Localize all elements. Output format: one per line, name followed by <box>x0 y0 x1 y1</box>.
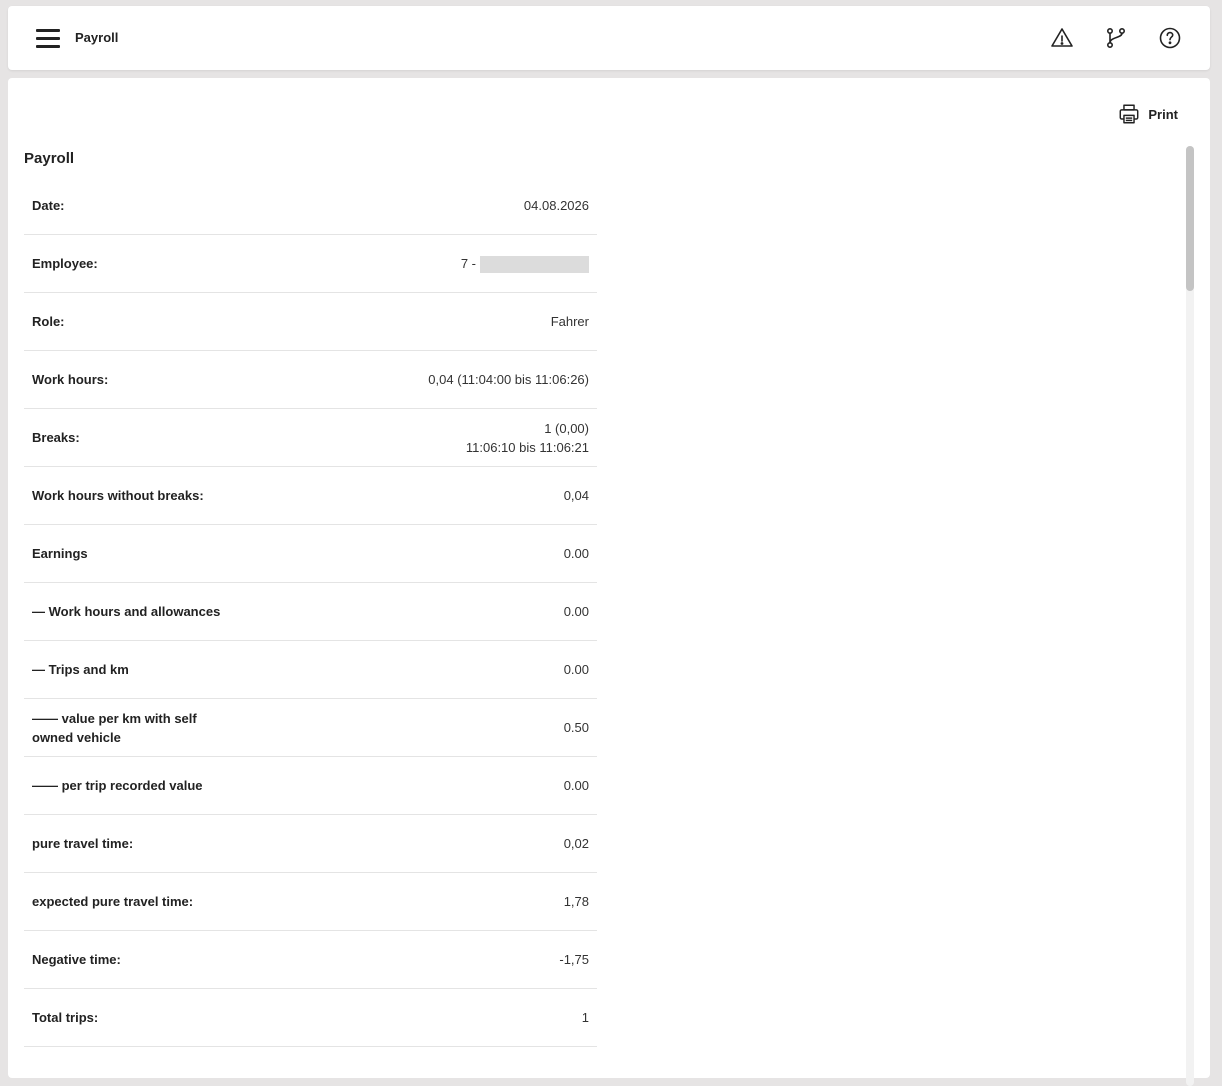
row-label: — Trips and km <box>32 662 129 677</box>
row-earnings: Earnings 0.00 <box>24 525 597 583</box>
row-breaks: Breaks: 1 (0,00) 11:06:10 bis 11:06:21 <box>24 409 597 467</box>
help-icon[interactable] <box>1156 24 1184 52</box>
row-value: 1,78 <box>563 894 589 909</box>
breaks-interval: 11:06:10 bis 11:06:21 <box>465 439 589 455</box>
app-title: Payroll <box>75 30 119 45</box>
row-value-per-km: —— value per km with self owned vehicle … <box>24 699 597 757</box>
row-expected-pure-travel-time: expected pure travel time: 1,78 <box>24 873 597 931</box>
row-label: pure travel time: <box>32 836 134 851</box>
row-label: — Work hours and allowances <box>32 604 221 619</box>
row-value: Fahrer <box>550 314 589 329</box>
row-value: 1 (0,00) 11:06:10 bis 11:06:21 <box>466 419 589 457</box>
breaks-summary: 1 (0,00) <box>544 420 589 436</box>
row-date: Date: 04.08.2026 <box>24 177 597 235</box>
row-value: 0,04 (11:04:00 bis 11:06:26) <box>428 372 589 387</box>
row-value: 0.00 <box>563 778 589 793</box>
row-value: 04.08.2026 <box>523 198 589 213</box>
row-label: Earnings <box>32 546 88 561</box>
row-label: —— value per km with self owned vehicle <box>32 710 197 745</box>
vertical-scrollbar[interactable] <box>1186 146 1194 1086</box>
row-label: expected pure travel time: <box>32 894 194 909</box>
row-value: 7 - <box>460 254 589 274</box>
scrollbar-thumb[interactable] <box>1186 146 1194 291</box>
payroll-details-list: Date: 04.08.2026 Employee: 7 - Role: Fah… <box>24 177 597 1047</box>
row-value: 0.00 <box>563 546 589 561</box>
row-work-hours: Work hours: 0,04 (11:04:00 bis 11:06:26) <box>24 351 597 409</box>
row-value: 0,02 <box>563 836 589 851</box>
redacted-employee-name <box>480 256 589 274</box>
main-panel: Print Payroll Date: 04.08.2026 Employee:… <box>8 78 1210 1086</box>
hamburger-menu-icon[interactable] <box>36 24 66 52</box>
employee-number: 7 - <box>460 255 476 271</box>
row-label: Negative time: <box>32 952 121 967</box>
row-value: 0.00 <box>563 604 589 619</box>
row-label: Breaks: <box>32 430 80 445</box>
row-pure-travel-time: pure travel time: 0,02 <box>24 815 597 873</box>
row-employee: Employee: 7 - <box>24 235 597 293</box>
branch-icon[interactable] <box>1102 24 1130 52</box>
print-button[interactable]: Print <box>1118 103 1178 125</box>
row-label: Employee: <box>32 256 98 271</box>
section-title: Payroll <box>24 150 75 167</box>
row-trips-and-km: — Trips and km 0.00 <box>24 641 597 699</box>
row-total-trips: Total trips: 1 <box>24 989 597 1047</box>
row-value: 0,04 <box>563 488 589 503</box>
row-value: 0.50 <box>563 720 589 735</box>
warning-icon[interactable] <box>1048 24 1076 52</box>
row-role: Role: Fahrer <box>24 293 597 351</box>
row-work-hours-without-breaks: Work hours without breaks: 0,04 <box>24 467 597 525</box>
row-per-trip-value: —— per trip recorded value 0.00 <box>24 757 597 815</box>
row-label: Total trips: <box>32 1010 99 1025</box>
row-value: -1,75 <box>559 952 589 967</box>
row-negative-time: Negative time: -1,75 <box>24 931 597 989</box>
row-label: —— per trip recorded value <box>32 778 203 793</box>
row-label: Work hours: <box>32 372 109 387</box>
row-work-hours-and-allowances: — Work hours and allowances 0.00 <box>24 583 597 641</box>
row-label: Role: <box>32 314 65 329</box>
print-button-label: Print <box>1148 106 1178 122</box>
row-value: 0.00 <box>563 662 589 677</box>
printer-icon <box>1119 104 1139 124</box>
row-label: Work hours without breaks: <box>32 488 204 503</box>
top-bar: Payroll <box>8 6 1210 70</box>
row-label: Date: <box>32 198 65 213</box>
row-value: 1 <box>581 1010 589 1025</box>
